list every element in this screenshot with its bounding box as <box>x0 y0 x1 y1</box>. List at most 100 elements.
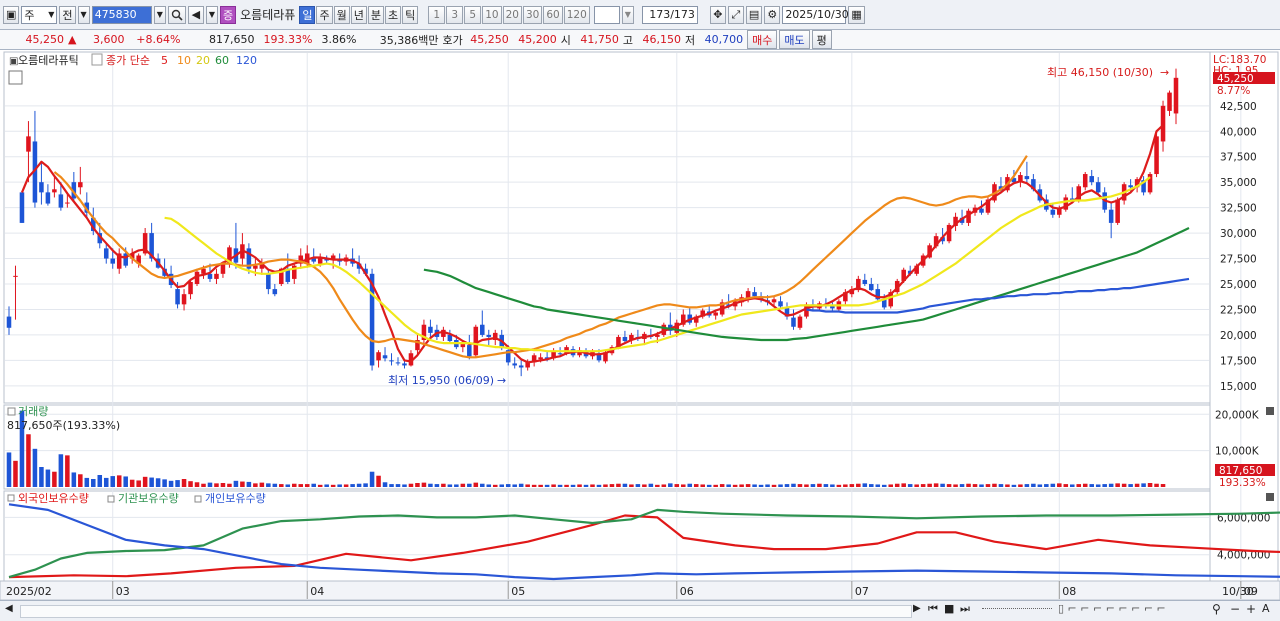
volume-bar <box>642 484 647 487</box>
volume-bar <box>518 483 524 487</box>
volume-bar <box>648 483 654 487</box>
candle-body <box>830 306 835 309</box>
candle-body <box>207 273 213 279</box>
volume-close-icon[interactable] <box>1266 407 1274 415</box>
volume-bar <box>1102 484 1107 487</box>
volume-bar <box>1141 483 1146 487</box>
volume-bar <box>188 481 193 487</box>
period-button[interactable]: 틱 <box>402 5 419 24</box>
volume-bar <box>1031 483 1036 487</box>
volume-bar <box>998 484 1004 487</box>
scroll-left-icon[interactable]: ◀ <box>5 603 13 614</box>
draw-tool-icon[interactable]: ⤢ <box>727 5 744 24</box>
count-input[interactable]: 173/173 <box>641 5 698 24</box>
scroll-track[interactable] <box>20 605 912 618</box>
interval-button[interactable]: 120 <box>563 5 590 24</box>
chart-area[interactable]: 42,500 40,000 37,500 35,000 32,500 30,000 27,5… <box>0 50 1280 600</box>
volume-bar <box>1069 484 1075 487</box>
fast-forward-icon[interactable]: ⏭ <box>960 602 970 616</box>
legend-marker <box>194 495 202 503</box>
volume-bar <box>836 484 842 487</box>
stop-icon[interactable]: ■ <box>944 602 954 615</box>
speaker-dropdown-icon[interactable]: ▼ <box>205 5 218 24</box>
x-axis-end-date: 10/30 <box>1222 585 1254 598</box>
interval-button[interactable]: 60 <box>543 5 563 24</box>
code-dropdown-icon[interactable]: ▼ <box>153 5 166 24</box>
period-button[interactable]: 일 <box>299 5 316 24</box>
interval-button[interactable]: 5 <box>464 5 482 24</box>
volume-bar <box>460 483 466 487</box>
holdings-settings-icon[interactable] <box>7 494 15 502</box>
speaker-icon[interactable]: ◀ <box>187 5 204 24</box>
chart-window-icon[interactable]: ▣ <box>3 5 20 24</box>
period-button[interactable]: 주 <box>316 5 333 24</box>
volume-bar <box>181 479 187 487</box>
candle-body <box>65 202 70 204</box>
candle-body <box>330 255 336 259</box>
eval-button[interactable]: 평 <box>811 30 832 49</box>
zoom-in-icon[interactable]: + <box>1246 602 1256 616</box>
volume-bar <box>421 482 427 487</box>
volume-bar <box>52 471 57 487</box>
volume-bar <box>1121 483 1127 487</box>
table-icon[interactable] <box>8 70 23 85</box>
crosshair-icon[interactable]: ✥ <box>709 5 726 24</box>
prev-dropdown-icon[interactable]: ▼ <box>77 5 90 24</box>
candle-body <box>1095 182 1101 193</box>
toolbar: ▣ 주 ▼ 전 ▼ 475830 ▼ ◀ ▼ 증 오름테라퓨 일주월년분초틱 13… <box>0 0 1280 30</box>
rewind-icon[interactable]: ⏮ <box>928 602 938 616</box>
period-button[interactable]: 초 <box>384 5 402 24</box>
period-button[interactable]: 월 <box>333 5 350 24</box>
zoom-search-icon[interactable]: ⚲ <box>1212 602 1221 616</box>
volume-bar <box>142 476 148 487</box>
open-label: 시 <box>560 33 571 47</box>
calendar-icon[interactable]: ▦ <box>848 5 865 24</box>
volume-bar <box>843 484 848 487</box>
interval-button[interactable]: 30 <box>522 5 543 24</box>
interval-button[interactable]: 3 <box>446 5 464 24</box>
volume-bar <box>668 483 673 487</box>
volume-bar <box>486 484 492 487</box>
volume-bar <box>272 483 278 487</box>
volume-bar <box>285 484 291 487</box>
zoom-slider[interactable] <box>982 608 1052 612</box>
interval-input[interactable] <box>593 5 620 24</box>
period-button[interactable]: 분 <box>367 5 384 24</box>
volume-settings-icon[interactable] <box>7 407 16 416</box>
volume-bar <box>875 484 881 487</box>
prev-button[interactable]: 전 <box>59 5 76 24</box>
volume-bar <box>240 481 245 487</box>
font-size-icon[interactable]: A <box>1262 602 1270 615</box>
holdings-close-icon[interactable] <box>1266 493 1274 501</box>
x-tick-label: 08 <box>1062 585 1076 598</box>
interval-button[interactable]: 20 <box>502 5 522 24</box>
gear-icon[interactable]: ⚙ <box>764 5 781 24</box>
volume-value: 817,650 <box>208 33 255 46</box>
sell-button[interactable]: 매도 <box>779 30 810 49</box>
interval-button[interactable]: 1 <box>428 5 446 24</box>
volume-bar <box>693 484 699 487</box>
period-select[interactable]: 주 ▼ <box>21 5 58 24</box>
save-icon[interactable]: ▤ <box>745 5 763 24</box>
search-icon[interactable] <box>167 5 186 24</box>
interval-dropdown-icon[interactable]: ▼ <box>621 5 634 24</box>
volume-bar <box>1063 484 1069 487</box>
settings-toggle-icon[interactable] <box>91 53 103 66</box>
toolset-icons[interactable]: ▯ ⌐ ⌐ ⌐ ⌐ ⌐ ⌐ ⌐ ⌐ <box>1058 602 1166 615</box>
volume-bar <box>395 484 401 487</box>
volume-bar <box>123 476 128 487</box>
stock-code-input[interactable]: 475830 <box>91 5 152 24</box>
x-axis-panel <box>0 580 1280 600</box>
volume-bar <box>894 483 900 487</box>
buy-button[interactable]: 매수 <box>747 30 778 49</box>
volume-bar <box>1057 483 1062 487</box>
y-tick-label: 35,000 <box>1220 177 1257 189</box>
zoom-out-icon[interactable]: − <box>1230 602 1240 616</box>
scroll-right-icon[interactable]: ▶ <box>913 603 921 614</box>
interval-button[interactable]: 10 <box>482 5 502 24</box>
date-input[interactable]: 2025/10/30 <box>782 5 849 24</box>
volume-bar <box>778 484 783 487</box>
candle-body <box>1024 176 1030 180</box>
period-button[interactable]: 년 <box>350 5 367 24</box>
scroll-bar[interactable]: ◀ ▶ ⏮ ■ ⏭ ▯ ⌐ ⌐ ⌐ ⌐ ⌐ ⌐ ⌐ ⌐ ⚲ − + A <box>0 600 1280 621</box>
